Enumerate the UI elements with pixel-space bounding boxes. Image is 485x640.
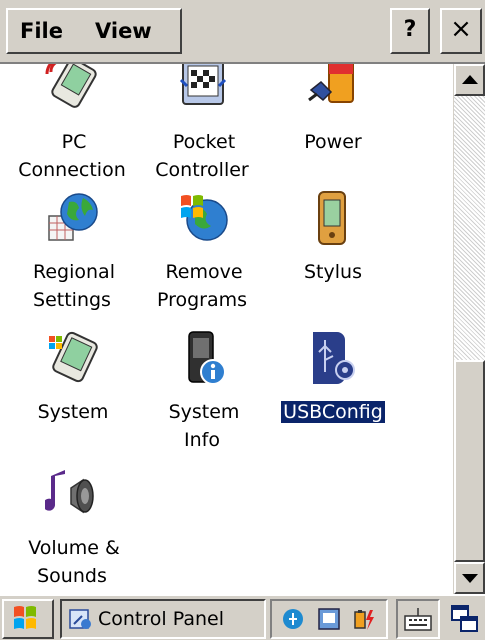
item-label: System	[37, 401, 109, 423]
item-label: Regional Settings	[33, 261, 115, 311]
file-menu[interactable]: File	[8, 11, 85, 51]
power-icon	[308, 64, 354, 103]
item-label: Stylus	[304, 261, 362, 283]
control-panel-icon-view: PC Connection Pocket Controller Power Re…	[0, 64, 453, 594]
taskbar: Control Panel	[0, 594, 485, 640]
system-tray	[270, 599, 388, 639]
sync-icon[interactable]	[317, 606, 341, 632]
keyboard-icon	[404, 608, 432, 631]
stylus-icon	[318, 191, 346, 245]
menu-bar: File View ? ×	[0, 0, 485, 64]
item-label: System Info	[168, 401, 240, 451]
system-info-icon	[188, 331, 226, 385]
pc-connection-icon	[45, 64, 97, 108]
pocket-controller-icon	[179, 64, 227, 105]
desktop-switch-button[interactable]	[446, 599, 484, 639]
item-label: PC Connection	[18, 131, 126, 181]
item-label: USBConfig	[280, 400, 386, 424]
scroll-down-button[interactable]	[454, 562, 485, 594]
item-label: Pocket Controller	[155, 131, 249, 181]
battery-icon[interactable]	[352, 606, 378, 632]
close-button[interactable]: ×	[440, 8, 482, 54]
item-label: Remove Programs	[156, 261, 248, 311]
item-label: Volume & Sounds	[28, 537, 120, 587]
regional-settings-icon	[48, 193, 98, 241]
volume-sounds-icon	[45, 470, 94, 514]
input-panel-button[interactable]	[396, 599, 440, 639]
windows-overlap-icon	[451, 605, 478, 632]
remove-programs-icon	[181, 195, 228, 241]
usbconfig-icon	[313, 332, 355, 384]
scrollbar-thumb[interactable]	[454, 360, 485, 562]
system-icon	[49, 331, 98, 383]
item-label: Power	[304, 131, 362, 153]
control-panel-icon	[69, 609, 91, 629]
windows-flag-icon	[14, 606, 36, 629]
scroll-up-button[interactable]	[454, 64, 485, 96]
start-button[interactable]	[2, 599, 54, 639]
vertical-scrollbar[interactable]	[453, 64, 485, 594]
menu-group: File View	[6, 8, 182, 54]
help-button[interactable]: ?	[390, 8, 430, 54]
arrow-up-icon	[462, 75, 478, 84]
task-label: Control Panel	[98, 608, 224, 630]
view-menu[interactable]: View	[85, 11, 162, 51]
arrow-down-icon	[462, 574, 478, 583]
connectivity-icon[interactable]	[280, 606, 306, 632]
control-panel-task-button[interactable]: Control Panel	[60, 599, 266, 639]
